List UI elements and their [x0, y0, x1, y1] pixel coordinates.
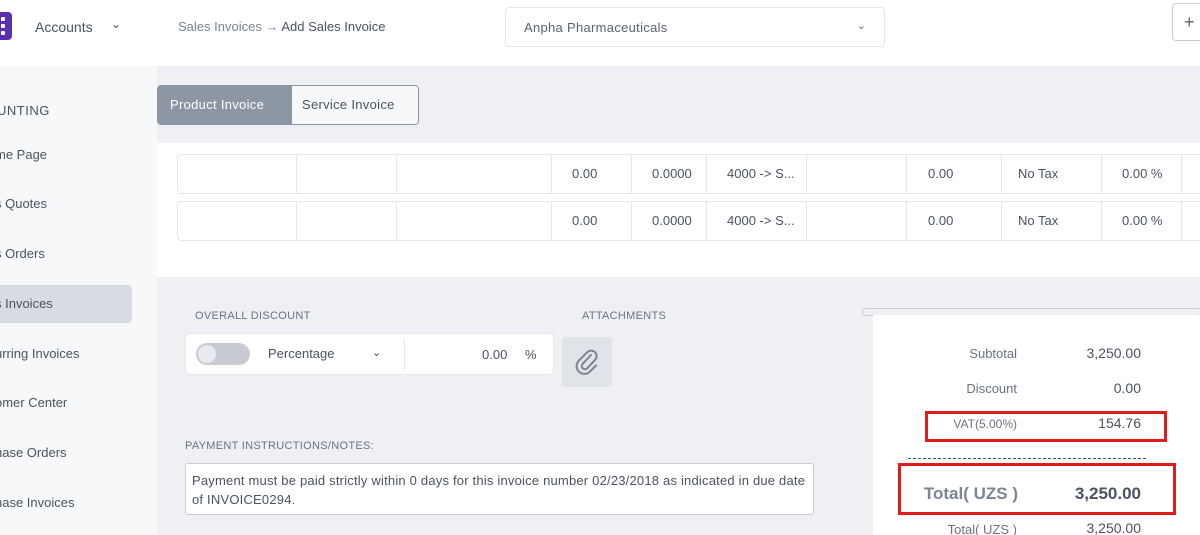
vat-highlight-box	[925, 411, 1167, 442]
breadcrumb-current: Add Sales Invoice	[281, 19, 386, 34]
sidebar-item-purchase-orders[interactable]: hase Orders	[0, 434, 132, 472]
sidebar-item-purchase-invoices[interactable]: hase Invoices	[0, 484, 132, 522]
description-cell[interactable]	[297, 155, 397, 193]
detail-cell[interactable]	[397, 202, 552, 240]
company-select[interactable]: Anpha Pharmaceuticals ⌄	[505, 7, 885, 47]
chevron-down-icon[interactable]: ⌄	[372, 346, 381, 359]
sidebar-item-home-page[interactable]: me Page	[0, 136, 132, 174]
discount-value-input[interactable]: 0.00	[482, 347, 507, 362]
sidebar-item-recurring-invoices[interactable]: urring Invoices	[0, 335, 132, 373]
paperclip-icon	[575, 349, 598, 375]
subtotal-label: Subtotal	[969, 346, 1017, 361]
payment-notes-label: PAYMENT INSTRUCTIONS/NOTES:	[185, 440, 375, 452]
account-cell[interactable]: 4000 -> S...	[707, 202, 807, 240]
amount-cell[interactable]: 0.00	[907, 202, 1002, 240]
tax-cell[interactable]: No Tax	[1002, 202, 1102, 240]
rate-cell[interactable]: 0.0000	[632, 155, 707, 193]
overall-discount-control: Percentage ⌄ 0.00 %	[185, 333, 554, 375]
sidebar-item-sales-orders[interactable]: s Orders	[0, 235, 132, 273]
tax-cell[interactable]: No Tax	[1002, 155, 1102, 193]
add-button[interactable]: +	[1172, 3, 1200, 41]
sidebar-header: Accounts ⌄	[0, 0, 157, 66]
item-cell[interactable]	[178, 155, 297, 193]
account-cell[interactable]: 4000 -> S...	[707, 155, 807, 193]
divider	[404, 340, 405, 370]
attachments-label: ATTACHMENTS	[582, 310, 667, 322]
empty-cell[interactable]	[807, 155, 907, 193]
subtotal-value: 3,250.00	[1086, 345, 1142, 361]
company-select-value: Anpha Pharmaceuticals	[524, 20, 668, 35]
rate-cell[interactable]: 0.0000	[632, 202, 707, 240]
payment-notes-textarea[interactable]: Payment must be paid strictly within 0 d…	[185, 463, 814, 515]
top-bar: Sales Invoices → Add Sales Invoice Anpha…	[157, 0, 1200, 66]
discount-unit: %	[525, 347, 537, 362]
module-switcher-label[interactable]: Accounts	[35, 19, 93, 35]
discount-toggle[interactable]	[196, 343, 250, 365]
overall-discount-label: OVERALL DISCOUNT	[195, 310, 311, 322]
total-secondary-label: Total( UZS )	[947, 522, 1017, 535]
discount-total-value: 0.00	[1113, 380, 1141, 396]
empty-cell[interactable]	[807, 202, 907, 240]
tab-product-invoice[interactable]: Product Invoice	[158, 86, 291, 124]
qty-cell[interactable]: 0.00	[552, 155, 632, 193]
app-logo-icon[interactable]	[0, 12, 12, 40]
chevron-down-icon: ⌄	[856, 20, 866, 32]
table-row: 0.00 0.0000 4000 -> S... 0.00 No Tax 0.0…	[177, 201, 1200, 241]
breadcrumb-parent[interactable]: Sales Invoices	[178, 19, 262, 34]
attach-button[interactable]	[562, 337, 612, 387]
qty-cell[interactable]: 0.00	[552, 202, 632, 240]
sidebar: Accounts ⌄ UNTING me Page s Quotes s Ord…	[0, 0, 157, 535]
tax-percent-cell[interactable]: 0.00 %	[1102, 202, 1182, 240]
sidebar-section-heading: UNTING	[0, 103, 50, 118]
line-items-table: 0.00 0.0000 4000 -> S... 0.00 No Tax 0.0…	[157, 143, 1200, 277]
breadcrumb: Sales Invoices → Add Sales Invoice	[178, 19, 385, 34]
toggle-knob	[198, 345, 216, 363]
discount-type-select[interactable]: Percentage	[268, 346, 335, 361]
discount-total-label: Discount	[966, 381, 1017, 396]
table-row: 0.00 0.0000 4000 -> S... 0.00 No Tax 0.0…	[177, 154, 1200, 194]
invoice-type-tabs: Product Invoice Service Invoice	[157, 85, 419, 125]
sidebar-item-sales-quotes[interactable]: s Quotes	[0, 185, 132, 223]
total-highlight-box	[898, 463, 1176, 515]
totals-divider	[908, 458, 1146, 459]
total-secondary-value: 3,250.00	[1086, 520, 1142, 535]
breadcrumb-arrow-icon: →	[265, 19, 279, 34]
description-cell[interactable]	[297, 202, 397, 240]
sidebar-item-customer-center[interactable]: omer Center	[0, 384, 132, 422]
detail-cell[interactable]	[397, 155, 552, 193]
tax-percent-cell[interactable]: 0.00 %	[1102, 155, 1182, 193]
amount-cell[interactable]: 0.00	[907, 155, 1002, 193]
chevron-down-icon[interactable]: ⌄	[111, 17, 121, 31]
item-cell[interactable]	[178, 202, 297, 240]
tab-service-invoice[interactable]: Service Invoice	[291, 86, 418, 124]
sidebar-item-sales-invoices[interactable]: s Invoices	[0, 285, 132, 323]
